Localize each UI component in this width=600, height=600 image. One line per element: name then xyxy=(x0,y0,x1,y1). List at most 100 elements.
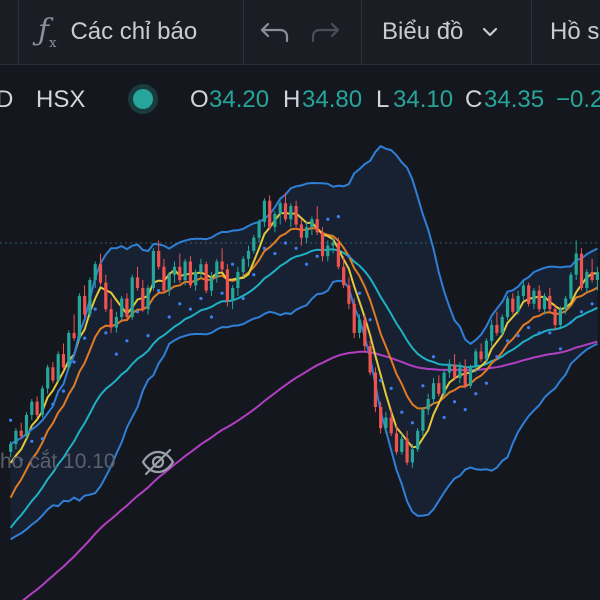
function-icon: ƒx xyxy=(38,13,57,51)
candle-body xyxy=(484,340,488,360)
candle-body xyxy=(262,200,266,222)
candle-body xyxy=(35,401,39,415)
sar-dot xyxy=(83,336,87,340)
sar-dot xyxy=(400,410,404,414)
candle-body xyxy=(278,203,282,214)
candle-body xyxy=(416,430,420,450)
candle-body xyxy=(505,298,510,317)
candle-body xyxy=(490,325,494,341)
sar-dot xyxy=(40,437,45,441)
candle-body xyxy=(252,237,256,251)
sar-dot xyxy=(146,334,150,338)
candle-body xyxy=(405,438,409,463)
redo-icon xyxy=(311,22,340,43)
sar-dot xyxy=(157,289,161,293)
low-value: 34.10 xyxy=(393,86,454,113)
candle-body xyxy=(384,417,388,429)
open-label: O xyxy=(190,86,209,113)
sar-dot xyxy=(114,352,118,356)
symbol-legend: D HSX O 34.20 H 34.80 L 34.10 C 34.35 −0… xyxy=(0,82,600,122)
candle-body xyxy=(294,206,298,225)
candle-body xyxy=(553,309,557,325)
toolbar-divider xyxy=(18,0,19,64)
candle-body xyxy=(468,367,473,386)
sar-dot xyxy=(389,386,393,390)
undo-button[interactable] xyxy=(258,0,292,64)
redo-button[interactable] xyxy=(308,0,342,64)
candle-body xyxy=(357,319,362,333)
candle-body xyxy=(511,298,515,312)
sar-dot xyxy=(548,331,552,335)
indicators-label: Các chỉ báo xyxy=(70,18,198,45)
sar-dot xyxy=(315,254,319,258)
candle-body xyxy=(347,285,351,304)
candle-body xyxy=(400,438,404,452)
candle-body xyxy=(40,388,44,415)
sar-dot xyxy=(188,307,192,311)
sar-dot xyxy=(326,217,330,221)
eye-hidden-icon[interactable] xyxy=(140,446,176,478)
candle-body xyxy=(542,295,547,310)
candle-body xyxy=(83,295,87,315)
candle-body xyxy=(495,325,499,333)
sar-dot xyxy=(30,439,34,443)
sar-dot xyxy=(336,215,340,219)
sar-dot xyxy=(442,415,446,420)
sar-dot xyxy=(558,347,563,351)
candle-body xyxy=(447,364,451,373)
candle-body xyxy=(220,261,224,270)
sar-dot xyxy=(262,246,266,250)
candle-body xyxy=(167,274,171,291)
sar-dot xyxy=(421,384,425,388)
candle-body xyxy=(574,253,578,275)
candle-body xyxy=(564,298,568,310)
undo-icon xyxy=(260,22,289,43)
candle-body xyxy=(410,449,414,463)
candle-body xyxy=(162,266,166,291)
candle-body xyxy=(474,351,478,368)
candle-body xyxy=(394,433,399,452)
sar-dot xyxy=(209,315,214,319)
candle-body xyxy=(426,399,430,410)
sar-dot xyxy=(368,318,372,322)
candle-body xyxy=(283,203,288,220)
candle-body xyxy=(268,200,272,228)
sar-dot xyxy=(474,392,478,396)
candle-body xyxy=(558,309,562,325)
candle-body xyxy=(114,317,118,328)
sar-dot xyxy=(516,334,520,338)
candle-body xyxy=(93,264,97,281)
chart-annotation: ho cắt 10.10 xyxy=(0,450,116,473)
candle-body xyxy=(236,272,240,288)
chevron-down-icon xyxy=(483,27,498,37)
sar-dot xyxy=(505,339,510,343)
sar-dot xyxy=(294,246,298,250)
chart-type-menu[interactable]: Biểu đồ xyxy=(382,0,501,64)
candle-body xyxy=(51,367,55,381)
sar-dot xyxy=(484,381,488,385)
candle-body xyxy=(225,269,229,302)
sar-dot xyxy=(273,252,277,256)
candle-body xyxy=(104,282,108,310)
sar-dot xyxy=(241,296,245,301)
sar-dot xyxy=(51,402,55,406)
candle-body xyxy=(389,417,393,434)
toolbar-divider xyxy=(361,0,362,64)
candle-body xyxy=(194,272,198,286)
candle-body xyxy=(342,266,346,286)
indicators-button[interactable]: ƒx Các chỉ báo xyxy=(38,0,197,64)
chart-menu-label: Biểu đồ xyxy=(382,18,464,45)
sar-dot xyxy=(135,310,140,314)
candle-body xyxy=(289,206,293,220)
market-status-dot xyxy=(133,89,153,109)
candle-body xyxy=(521,285,525,296)
candle-body xyxy=(453,364,457,378)
candle-body xyxy=(120,298,124,317)
candle-body xyxy=(204,264,208,291)
profile-menu[interactable]: Hồ s xyxy=(550,0,599,64)
candle-body xyxy=(67,332,71,368)
toolbar-divider xyxy=(531,0,532,64)
high-label: H xyxy=(283,86,301,113)
price-chart[interactable] xyxy=(0,124,600,600)
candle-body xyxy=(141,288,145,310)
